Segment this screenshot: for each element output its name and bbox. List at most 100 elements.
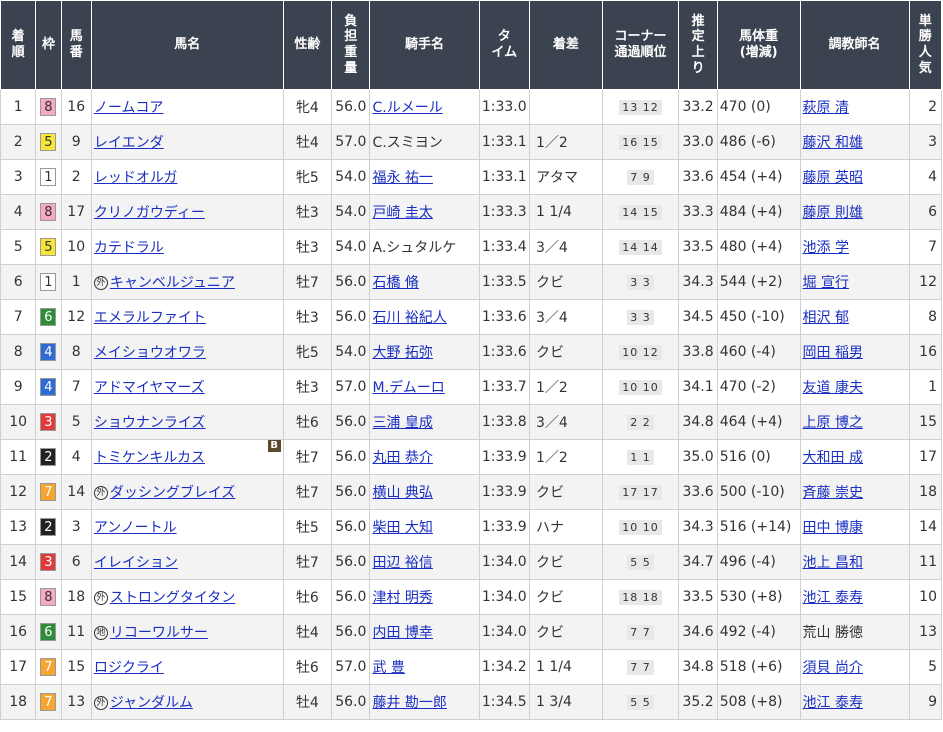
trainer-link[interactable]: 須貝 尚介 [803,660,863,676]
horse-name-link[interactable]: アンノートル [94,520,177,536]
horse-name-link[interactable]: メイショウオワラ [94,345,206,361]
jockey-cell: 戸崎 圭太 [369,194,480,230]
horse-name-link[interactable]: トミケンキルカス [94,450,205,466]
horse-name-link[interactable]: カテドラル [94,240,164,256]
jockey-link[interactable]: 丸田 恭介 [372,450,432,466]
horse-name-link[interactable]: ジャンダルム [110,695,193,711]
horse-name-link[interactable]: ノームコア [94,100,164,116]
umaban-cell: 3 [60,509,92,545]
corner-cell: 18 18 [601,579,680,615]
horse-name-link[interactable]: ロジクライ [94,660,164,676]
jockey-link[interactable]: 石川 裕紀人 [372,310,446,326]
horse-name-link[interactable]: キャンベルジュニア [110,275,235,291]
jockey-link[interactable]: 津村 明秀 [372,590,432,606]
horse-name-link[interactable]: クリノガウディー [94,205,205,221]
header-umaban: 馬番 [60,0,92,90]
jockey-link[interactable]: 戸崎 圭太 [372,205,432,221]
popularity-cell: 15 [908,404,943,440]
trainer-link[interactable]: 池江 泰寿 [803,695,863,711]
jockey-link[interactable]: 武 豊 [372,660,404,676]
horse-name-link[interactable]: レイエンダ [94,135,164,151]
corner-cell: 10 12 [601,334,680,370]
trainer-link[interactable]: 堀 宣行 [803,275,849,291]
waku-badge: 3 [40,413,57,431]
jockey-link[interactable]: 三浦 皇成 [372,415,432,431]
rank-cell: 14 [0,544,37,580]
sexage-cell: 牡3 [282,299,333,335]
rank-cell: 4 [0,194,37,230]
last3f-cell: 35.0 [678,439,718,475]
trainer-cell: 藤沢 和雄 [799,124,910,160]
trainer-link[interactable]: 相沢 郁 [803,310,849,326]
jockey-link[interactable]: 大野 拓弥 [372,345,432,361]
horse-name-link[interactable]: イレイション [94,555,178,571]
horse-name-link[interactable]: エメラルファイト [94,310,206,326]
result-row: 4 8 17 クリノガウディー 牡3 54.0 戸崎 圭太 1:33.3 1 1… [0,194,943,230]
trainer-cell: 池添 学 [799,229,910,265]
horse-name-link[interactable]: レッドオルガ [94,170,178,186]
margin-cell: アタマ [528,159,603,195]
waku-cell: 7 [35,649,62,685]
horse-name-link[interactable]: リコーワルサー [110,625,208,641]
jockey-link[interactable]: 藤井 勘一郎 [372,695,446,711]
waku-cell: 6 [35,614,62,650]
trainer-link[interactable]: 斉藤 崇史 [803,485,863,501]
popularity-cell: 11 [908,544,943,580]
trainer-link[interactable]: 池添 学 [803,240,849,256]
trainer-cell: 斉藤 崇史 [799,474,910,510]
sexage-cell: 牡3 [282,229,333,265]
trainer-link[interactable]: 池上 昌和 [803,555,863,571]
trainer-link[interactable]: 大和田 成 [803,450,863,466]
jockey-link[interactable]: 内田 博幸 [372,625,432,641]
bodyweight-cell: 516 (0) [716,439,801,475]
waku-cell: 4 [35,334,62,370]
rank-cell: 10 [0,404,37,440]
time-cell: 1:33.0 [478,89,530,125]
corner-cell: 7 7 [601,649,680,685]
horse-cell: ロジクライ [90,649,284,685]
bodyweight-cell: 470 (0) [716,89,801,125]
jockey-link[interactable]: C.ルメール [372,100,442,116]
result-row: 18 7 13 外ジャンダルム 牡4 56.0 藤井 勘一郎 1:34.5 1 … [0,684,943,720]
jockey-link[interactable]: 横山 典弘 [372,485,432,501]
header-last3f: 推定上り [678,0,718,90]
jockey-link[interactable]: 石橋 脩 [372,275,418,291]
jockey-link[interactable]: 福永 祐一 [372,170,432,186]
horse-name-link[interactable]: ダッシングブレイズ [110,485,236,501]
horse-name-link[interactable]: アドマイヤマーズ [94,380,205,396]
rank-cell: 12 [0,474,37,510]
popularity-cell: 6 [908,194,943,230]
corner-passing: 7 7 [627,625,654,640]
jockey-link[interactable]: M.デムーロ [372,380,444,396]
trainer-link[interactable]: 池江 泰寿 [803,590,863,606]
weight-cell: 56.0 [331,474,371,510]
header-rank: 着順 [0,0,37,90]
horse-name-link[interactable]: ショウナンライズ [94,415,206,431]
trainer-link[interactable]: 岡田 稲男 [803,345,863,361]
trainer-link[interactable]: 萩原 清 [803,100,849,116]
weight-cell: 56.0 [331,579,371,615]
trainer-cell: 池江 泰寿 [799,684,910,720]
corner-cell: 3 3 [601,264,680,300]
jockey-link[interactable]: 柴田 大知 [372,520,432,536]
sexage-cell: 牡3 [282,369,333,405]
race-results-table: 着順 枠 馬番 馬名 性齢 負担重量 騎手名 タイム 着差 コーナー通過順位 推… [0,0,943,720]
trainer-cell: 池上 昌和 [799,544,910,580]
weight-cell: 56.0 [331,299,371,335]
margin-cell [528,89,603,125]
margin-cell: クビ [528,614,603,650]
result-row: 9 4 7 アドマイヤマーズ 牡3 57.0 M.デムーロ 1:33.7 1／2… [0,369,943,405]
trainer-link[interactable]: 友道 康夫 [803,380,863,396]
margin-cell: クビ [528,334,603,370]
trainer-link[interactable]: 上原 博之 [803,415,863,431]
trainer-link[interactable]: 藤原 則雄 [803,205,863,221]
jockey-link[interactable]: 田辺 裕信 [372,555,432,571]
bodyweight-cell: 496 (-4) [716,544,801,580]
weight-cell: 56.0 [331,439,371,475]
trainer-link[interactable]: 田中 博康 [803,520,863,536]
trainer-link[interactable]: 藤沢 和雄 [803,135,863,151]
margin-cell: クビ [528,474,603,510]
rank-cell: 17 [0,649,37,685]
horse-name-link[interactable]: ストロングタイタン [110,590,235,606]
trainer-link[interactable]: 藤原 英昭 [803,170,863,186]
